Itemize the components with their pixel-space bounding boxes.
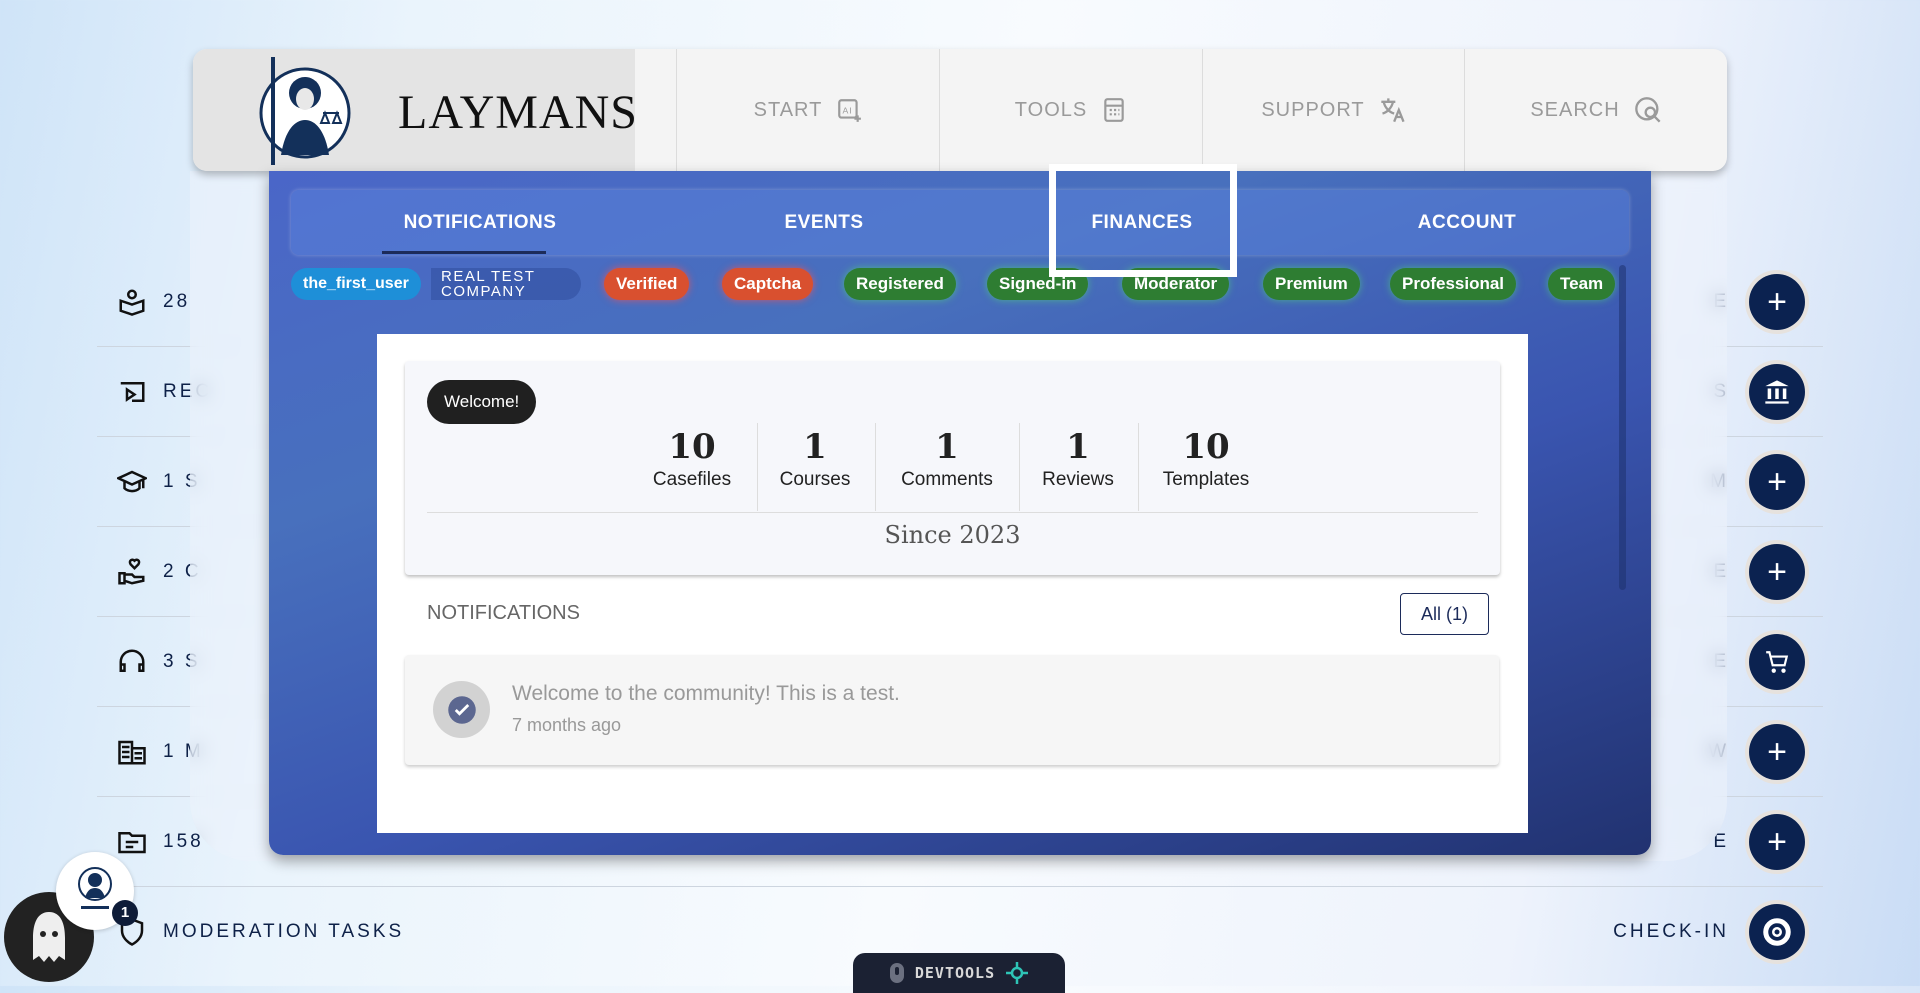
stat-casefiles[interactable]: 10Casefiles xyxy=(653,425,731,513)
company-badge: REAL TEST COMPANY xyxy=(431,268,581,300)
cart-icon xyxy=(1763,649,1791,675)
welcome-pill: Welcome! xyxy=(427,380,536,424)
tab-events[interactable]: EVENTS xyxy=(784,190,863,255)
lady-justice-logo-icon xyxy=(251,55,351,167)
bank-icon xyxy=(1763,379,1791,405)
tab-bar: NOTIFICATIONS EVENTS FINANCES ACCOUNT xyxy=(291,190,1629,255)
check-in-button[interactable] xyxy=(1749,904,1805,960)
divider xyxy=(757,423,758,511)
certificate-icon xyxy=(117,377,147,407)
nav-tools[interactable]: TOOLS xyxy=(939,49,1202,171)
crosshair-icon xyxy=(1005,961,1029,985)
highlight-box xyxy=(1049,164,1237,277)
devtools-button[interactable]: DEVTOOLS xyxy=(853,953,1065,993)
folder-icon xyxy=(117,827,147,857)
divider xyxy=(875,423,876,511)
badge-registered: Registered xyxy=(844,268,956,300)
badge-captcha: Captcha xyxy=(722,268,813,300)
graduation-cap-icon xyxy=(117,467,147,497)
support-agent-icon xyxy=(117,647,147,677)
notifications-heading: NOTIFICATIONS xyxy=(427,602,580,625)
cart-button[interactable] xyxy=(1749,634,1805,690)
calculator-icon xyxy=(1101,97,1127,123)
badge-verified: Verified xyxy=(604,268,689,300)
read-check-icon xyxy=(433,681,490,738)
svg-text:AI: AI xyxy=(843,105,853,115)
stat-comments[interactable]: 1Comments xyxy=(901,425,993,513)
nav-support[interactable]: SUPPORT xyxy=(1202,49,1465,171)
badge-team: Team xyxy=(1548,268,1615,300)
stat-courses[interactable]: 1Courses xyxy=(780,425,851,513)
check-in-label: CHECK-IN xyxy=(1613,921,1729,943)
active-tab-indicator xyxy=(382,251,546,254)
nav-start[interactable]: STARTAI xyxy=(676,49,939,171)
account-panel: NOTIFICATIONS EVENTS FINANCES ACCOUNT th… xyxy=(269,171,1651,855)
nav-search[interactable]: SEARCH xyxy=(1464,49,1727,171)
username-badge: the_first_user xyxy=(291,268,421,300)
add-button[interactable]: + xyxy=(1749,544,1805,600)
bank-button[interactable] xyxy=(1749,364,1805,420)
life-buoy-icon xyxy=(1762,917,1792,947)
divider xyxy=(1138,423,1139,511)
ai-icon: AI xyxy=(836,97,862,123)
logo[interactable]: LAYMANS xyxy=(193,49,635,171)
notification-text: Welcome to the community! This is a test… xyxy=(512,682,900,706)
devtools-logo-icon xyxy=(889,962,905,984)
moderation-count-badge: 1 xyxy=(112,900,138,926)
laymans-logo-icon xyxy=(75,866,115,912)
badge-premium: Premium xyxy=(1263,268,1360,300)
top-navigation: LAYMANS STARTAI TOOLS SUPPORT SEARCH xyxy=(193,49,1727,171)
add-button[interactable]: + xyxy=(1749,274,1805,330)
translate-icon xyxy=(1379,96,1407,124)
stat-reviews[interactable]: 1Reviews xyxy=(1042,425,1114,513)
scrollbar[interactable] xyxy=(1619,265,1626,590)
reading-icon xyxy=(117,287,147,317)
building-icon xyxy=(117,737,147,767)
divider xyxy=(1019,423,1020,511)
notification-item[interactable]: Welcome to the community! This is a test… xyxy=(405,655,1499,765)
stat-templates[interactable]: 10Templates xyxy=(1163,425,1250,513)
add-button[interactable]: + xyxy=(1749,454,1805,510)
divider xyxy=(427,512,1478,513)
member-since: Since 2023 xyxy=(405,521,1500,549)
stats-card: Welcome! 10Casefiles 1Courses 1Comments … xyxy=(405,361,1500,575)
tab-account[interactable]: ACCOUNT xyxy=(1418,190,1517,255)
tab-notifications[interactable]: NOTIFICATIONS xyxy=(404,190,557,255)
notification-time: 7 months ago xyxy=(512,715,621,736)
content-card: Welcome! 10Casefiles 1Courses 1Comments … xyxy=(377,334,1528,833)
add-button[interactable]: + xyxy=(1749,724,1805,780)
filter-all-button[interactable]: All (1) xyxy=(1400,593,1489,635)
search-icon xyxy=(1634,96,1662,124)
volunteer-icon xyxy=(117,557,147,587)
add-button[interactable]: + xyxy=(1749,814,1805,870)
badge-professional: Professional xyxy=(1390,268,1516,300)
